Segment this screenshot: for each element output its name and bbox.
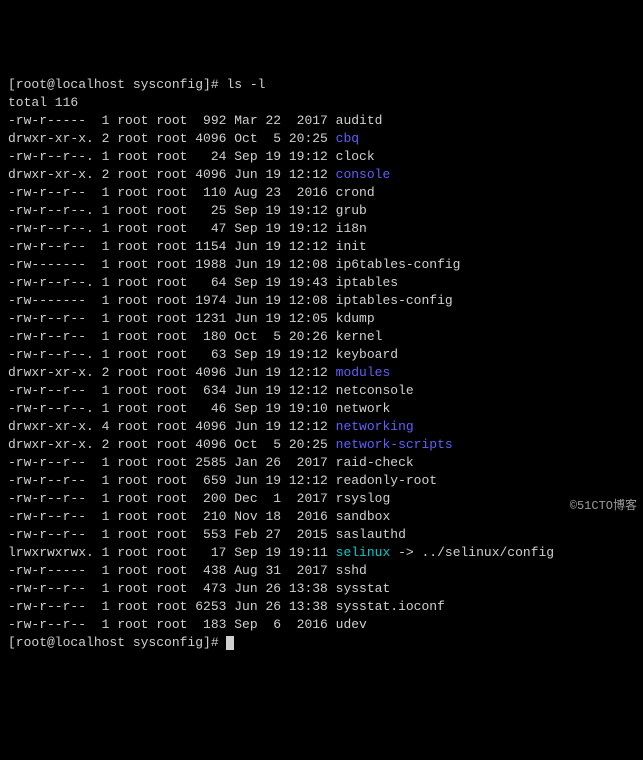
file-row: -rw-r----- 1 root root 992 Mar 22 2017 a…	[8, 112, 635, 130]
file-name: networking	[336, 419, 414, 434]
file-name: selinux	[336, 545, 391, 560]
file-row: drwxr-xr-x. 4 root root 4096 Jun 19 12:1…	[8, 418, 635, 436]
file-row: -rw-r--r-- 1 root root 473 Jun 26 13:38 …	[8, 580, 635, 598]
file-name: cbq	[336, 131, 359, 146]
file-row: -rw-r--r--. 1 root root 46 Sep 19 19:10 …	[8, 400, 635, 418]
file-row: -rw-r----- 1 root root 438 Aug 31 2017 s…	[8, 562, 635, 580]
watermark: ©51CTO博客	[570, 497, 637, 515]
file-row: -rw-r--r-- 1 root root 210 Nov 18 2016 s…	[8, 508, 635, 526]
file-name: sandbox	[336, 509, 391, 524]
file-name: rsyslog	[336, 491, 391, 506]
file-row: drwxr-xr-x. 2 root root 4096 Jun 19 12:1…	[8, 364, 635, 382]
file-name: udev	[336, 617, 367, 632]
file-name: network	[336, 401, 391, 416]
file-row: -rw-r--r-- 1 root root 200 Dec 1 2017 rs…	[8, 490, 635, 508]
file-row: -rw-r--r--. 1 root root 64 Sep 19 19:43 …	[8, 274, 635, 292]
file-name: i18n	[336, 221, 367, 236]
file-row: -rw-r--r-- 1 root root 553 Feb 27 2015 s…	[8, 526, 635, 544]
file-row: -rw-r--r-- 1 root root 180 Oct 5 20:26 k…	[8, 328, 635, 346]
file-row: drwxr-xr-x. 2 root root 4096 Jun 19 12:1…	[8, 166, 635, 184]
file-row: -rw-r--r-- 1 root root 634 Jun 19 12:12 …	[8, 382, 635, 400]
command: ls -l	[226, 77, 265, 92]
file-name: readonly-root	[336, 473, 437, 488]
file-name: console	[336, 167, 391, 182]
file-name: iptables	[336, 275, 398, 290]
file-name: grub	[336, 203, 367, 218]
file-row: drwxr-xr-x. 2 root root 4096 Oct 5 20:25…	[8, 436, 635, 454]
prompt: [root@localhost sysconfig]#	[8, 77, 219, 92]
file-name: clock	[336, 149, 375, 164]
file-row: drwxr-xr-x. 2 root root 4096 Oct 5 20:25…	[8, 130, 635, 148]
file-name: sysstat	[336, 581, 391, 596]
file-row: -rw------- 1 root root 1974 Jun 19 12:08…	[8, 292, 635, 310]
file-name: kdump	[336, 311, 375, 326]
file-name: network-scripts	[336, 437, 453, 452]
file-name: sysstat.ioconf	[336, 599, 445, 614]
file-row: -rw-r--r--. 1 root root 47 Sep 19 19:12 …	[8, 220, 635, 238]
file-name: kernel	[336, 329, 383, 344]
file-row: -rw-r--r-- 1 root root 6253 Jun 26 13:38…	[8, 598, 635, 616]
file-name: netconsole	[336, 383, 414, 398]
cursor[interactable]	[226, 636, 234, 650]
file-row: -rw-r--r--. 1 root root 25 Sep 19 19:12 …	[8, 202, 635, 220]
file-row: -rw-r--r-- 1 root root 659 Jun 19 12:12 …	[8, 472, 635, 490]
file-name: crond	[336, 185, 375, 200]
file-row: -rw-r--r-- 1 root root 183 Sep 6 2016 ud…	[8, 616, 635, 634]
file-name: iptables-config	[336, 293, 453, 308]
file-name: auditd	[336, 113, 383, 128]
file-row: -rw-r--r-- 1 root root 1231 Jun 19 12:05…	[8, 310, 635, 328]
total-line: total 116	[8, 94, 635, 112]
file-row: -rw-r--r-- 1 root root 2585 Jan 26 2017 …	[8, 454, 635, 472]
file-row: lrwxrwxrwx. 1 root root 17 Sep 19 19:11 …	[8, 544, 635, 562]
prompt: [root@localhost sysconfig]#	[8, 635, 219, 650]
file-row: -rw-r--r-- 1 root root 1154 Jun 19 12:12…	[8, 238, 635, 256]
link-target: ../selinux/config	[421, 545, 554, 560]
file-name: modules	[336, 365, 391, 380]
file-name: keyboard	[336, 347, 398, 362]
file-name: init	[336, 239, 367, 254]
file-name: raid-check	[336, 455, 414, 470]
file-row: -rw-r--r-- 1 root root 110 Aug 23 2016 c…	[8, 184, 635, 202]
terminal-output[interactable]: [root@localhost sysconfig]# ls -l total 1…	[8, 76, 635, 652]
file-name: sshd	[336, 563, 367, 578]
file-row: -rw------- 1 root root 1988 Jun 19 12:08…	[8, 256, 635, 274]
file-name: saslauthd	[336, 527, 406, 542]
file-row: -rw-r--r--. 1 root root 24 Sep 19 19:12 …	[8, 148, 635, 166]
file-row: -rw-r--r--. 1 root root 63 Sep 19 19:12 …	[8, 346, 635, 364]
file-name: ip6tables-config	[336, 257, 461, 272]
